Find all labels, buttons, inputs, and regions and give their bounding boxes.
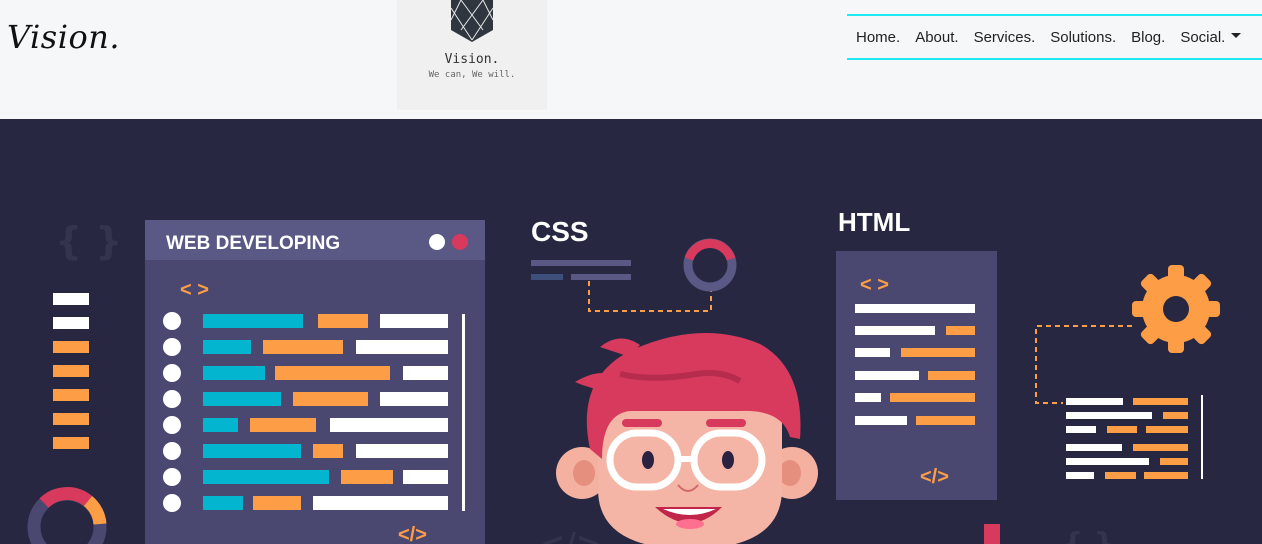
left-bar-stack — [53, 293, 89, 449]
svg-text:< >: < > — [860, 274, 889, 296]
logo-tagline: We can, We will. — [428, 70, 516, 80]
svg-text:</>: </> — [920, 466, 949, 488]
web-developing-panel: WEB DEVELOPING < > </> — [145, 220, 485, 544]
nav-blog[interactable]: Blog. — [1131, 29, 1165, 46]
nav-home[interactable]: Home. — [856, 29, 900, 46]
nav-social-dropdown[interactable]: Social. — [1180, 28, 1242, 46]
brand-title[interactable]: Vision. — [7, 18, 120, 56]
donut-chart-icon — [27, 487, 107, 544]
gear-icon — [1132, 265, 1220, 353]
hero-illustration: { } WEB DEVELOPING < > </> CSS HTML < > … — [0, 119, 1262, 544]
shield-logo-icon — [450, 0, 494, 42]
developer-character — [556, 333, 818, 544]
logo-box[interactable]: Vision. We can, We will. — [397, 0, 547, 110]
svg-text:</>: </> — [540, 527, 601, 544]
right-code-lines — [1066, 395, 1203, 479]
nav-solutions[interactable]: Solutions. — [1050, 29, 1116, 46]
code-open-tag: < > — [180, 279, 209, 301]
panel-title: WEB DEVELOPING — [166, 233, 340, 254]
nav-services[interactable]: Services. — [974, 29, 1036, 46]
nav-about[interactable]: About. — [915, 29, 958, 46]
logo-name: Vision. — [444, 52, 500, 67]
site-header: Vision. Vision. We can, We will. Home. A… — [0, 0, 1262, 119]
svg-text:{ }: { } — [1062, 527, 1115, 544]
main-nav: Home. About. Services. Solutions. Blog. … — [847, 14, 1262, 60]
code-close-tag: </> — [398, 524, 427, 544]
caret-down-icon — [1231, 33, 1242, 39]
curly-braces-icon: { } — [55, 219, 122, 263]
html-label: HTML — [838, 207, 910, 237]
css-block: CSS — [531, 216, 737, 312]
html-block: HTML < > </> — [836, 207, 997, 500]
web-developer-illustration: { } WEB DEVELOPING < > </> CSS HTML < > … — [27, 207, 1220, 544]
nav-social-label: Social. — [1180, 28, 1226, 46]
css-label: CSS — [531, 216, 589, 247]
